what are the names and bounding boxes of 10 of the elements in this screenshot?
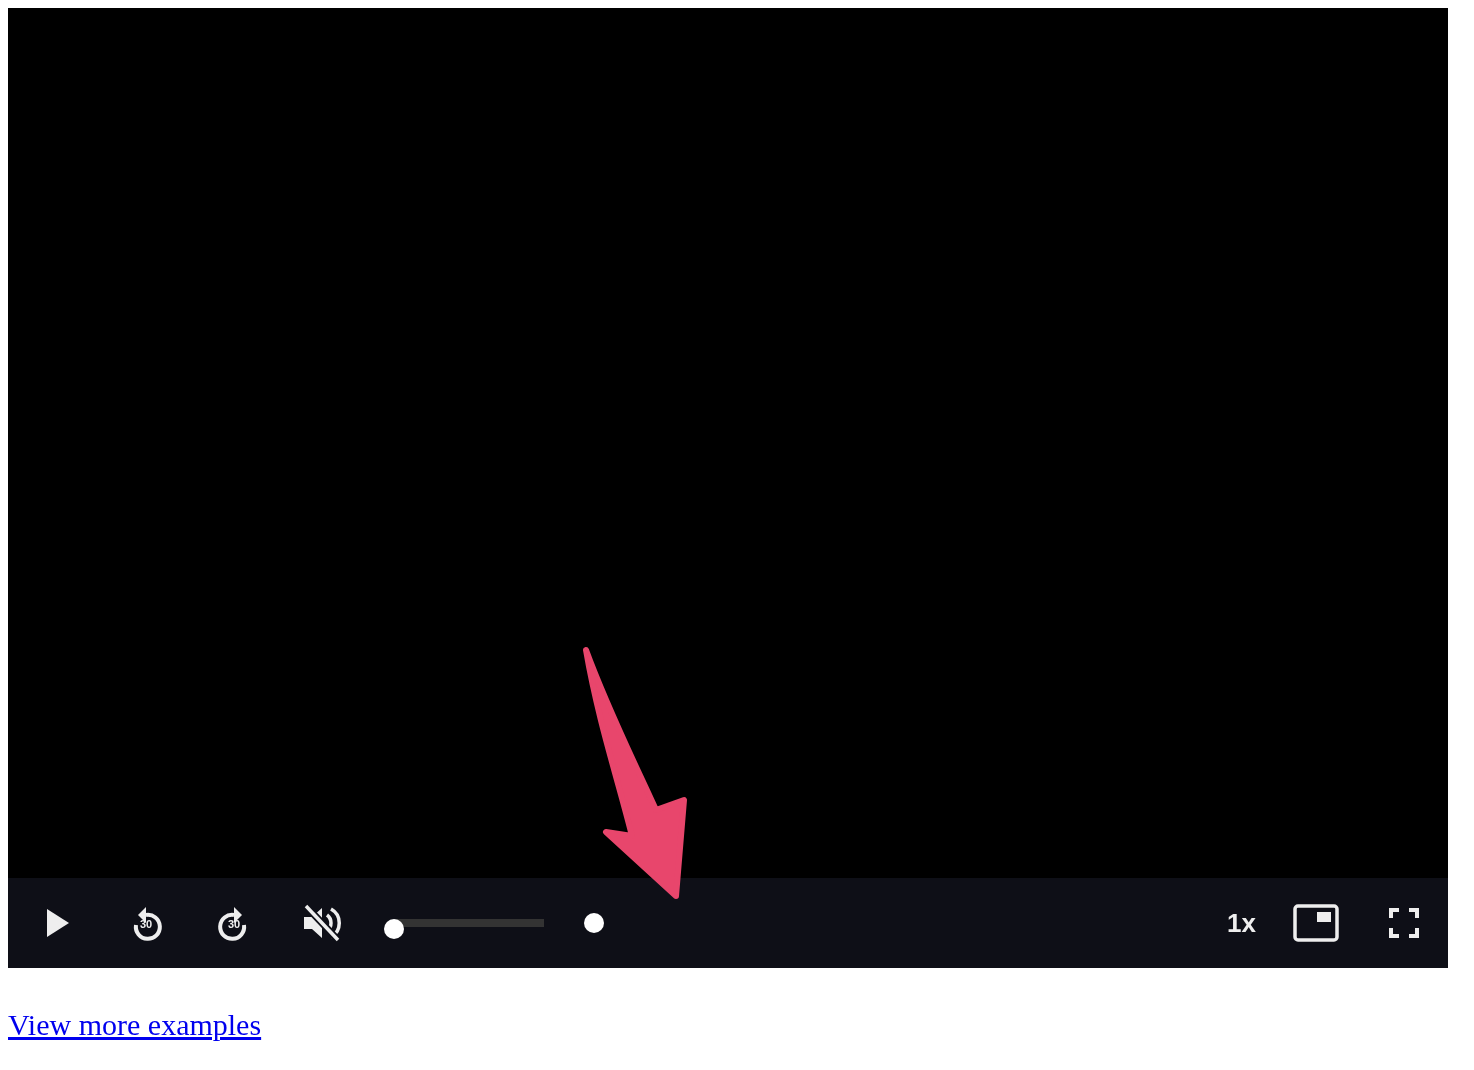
- view-more-link[interactable]: View more examples: [8, 1008, 262, 1042]
- muted-speaker-icon: [302, 903, 342, 943]
- skip-forward-button[interactable]: 30: [204, 898, 264, 948]
- play-icon: [46, 908, 70, 938]
- fullscreen-icon: [1389, 908, 1419, 938]
- picture-in-picture-icon: [1293, 904, 1339, 942]
- skip-back-button[interactable]: 30: [116, 898, 176, 948]
- slider-thumb[interactable]: [384, 919, 404, 939]
- progress-thumb[interactable]: [584, 913, 604, 933]
- speed-button[interactable]: 1x: [1227, 907, 1256, 939]
